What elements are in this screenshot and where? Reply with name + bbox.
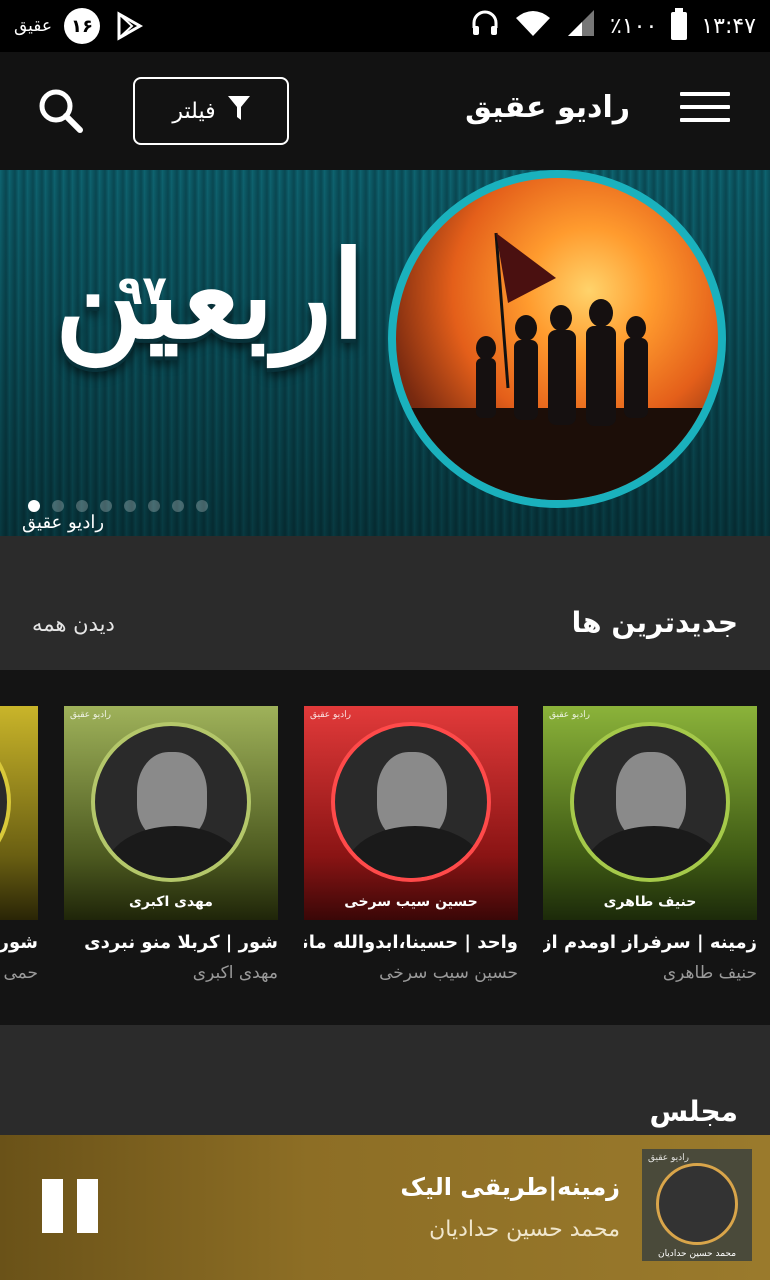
slider-dots	[28, 500, 208, 512]
newest-section-header: جدیدترین ها دیدن همه	[0, 536, 770, 670]
artist-portrait	[331, 722, 491, 882]
banner-logo: رادیو عقیق	[22, 512, 105, 533]
pause-icon-bar	[77, 1179, 98, 1233]
now-playing-artist: محمد حسین حدادیان	[429, 1217, 620, 1242]
portrait-body	[584, 826, 724, 878]
track-card-title: زمینه | سرفراز اومدم از سف..	[543, 932, 757, 953]
menu-button[interactable]	[680, 92, 730, 132]
portrait-body	[345, 826, 485, 878]
slider-dot[interactable]	[196, 500, 208, 512]
track-card-art-name: حسین سیب سرخی	[344, 894, 478, 910]
banner-slider[interactable]: اربعین ۹۷ رادیو عقیق	[0, 170, 770, 536]
majles-section-title: مجلس	[649, 1095, 738, 1128]
artist-portrait	[0, 722, 11, 882]
battery-percent: ٪۱۰۰	[610, 13, 658, 39]
track-card[interactable]: رادیو عقیق مهدی اکبری شور | کربلا منو نب…	[64, 706, 278, 983]
hamburger-icon-line	[680, 118, 730, 122]
filter-label: فیلتر	[172, 98, 216, 124]
artist-portrait	[656, 1163, 738, 1245]
radio-brand-logo: رادیو عقیق	[549, 710, 591, 720]
slider-dot[interactable]	[52, 500, 64, 512]
pause-icon-bar	[42, 1179, 63, 1233]
banner-image	[388, 170, 726, 508]
track-card-art-name: حنیف طاهری	[603, 894, 697, 910]
pilgrims-silhouette	[396, 232, 718, 500]
track-card-art-name: مهدی اکبری	[129, 894, 213, 910]
hamburger-icon-line	[680, 105, 730, 109]
track-card-art: رادیو عقیق حنیف طاهری	[543, 706, 757, 920]
radio-brand-logo: رادیو عقیق	[310, 710, 352, 720]
slider-dot[interactable]	[124, 500, 136, 512]
now-playing-title: زمینه|طریقی الیک	[400, 1173, 620, 1201]
track-card[interactable]: رادیو عقیق حنیف طاهری زمینه | سرفراز اوم…	[543, 706, 757, 983]
track-card-artist: حنیف طاهری	[662, 963, 757, 983]
track-card-artist: مهدی اکبری	[192, 963, 278, 983]
battery-icon	[671, 8, 688, 40]
radio-brand-logo: رادیو عقیق	[648, 1153, 690, 1163]
play-store-icon	[114, 0, 144, 52]
see-all-link[interactable]: دیدن همه	[32, 612, 115, 636]
artist-portrait	[570, 722, 730, 882]
status-time: ۱۳:۴۷	[701, 13, 756, 39]
track-card-art: رادیو عقیق مهدی اکبری	[64, 706, 278, 920]
track-card-title: شور | کربلا منو نبردی	[84, 932, 278, 953]
track-card[interactable]: شور حمی	[0, 706, 38, 983]
newest-cards-list[interactable]: رادیو عقیق حنیف طاهری زمینه | سرفراز اوم…	[0, 670, 770, 1025]
now-playing-bar[interactable]: رادیو عقیق محمد حسین حدادیان زمینه|طریقی…	[0, 1135, 770, 1280]
track-card-artist: حسین سیب سرخی	[379, 963, 518, 983]
majles-section-header: مجلس	[0, 1025, 770, 1135]
artist-portrait	[91, 722, 251, 882]
newest-section-title: جدیدترین ها	[571, 606, 738, 639]
filter-icon	[227, 96, 250, 126]
headphones-icon	[470, 8, 500, 44]
track-card-title: واحد | حسینا،ابدوالله مانن..	[304, 932, 518, 953]
search-icon	[39, 89, 83, 133]
portrait-body	[105, 826, 245, 878]
status-bar: عقیق ۱۶ ٪۱۰۰ ۱۳:۴۷	[0, 0, 770, 52]
slider-dot[interactable]	[100, 500, 112, 512]
pause-button[interactable]	[42, 1179, 98, 1235]
status-app-logo: عقیق	[14, 16, 53, 36]
banner-title-text: اربعین	[54, 225, 366, 366]
slider-dot[interactable]	[76, 500, 88, 512]
signal-icon	[566, 8, 596, 44]
slider-dot[interactable]	[148, 500, 160, 512]
slider-dot[interactable]	[172, 500, 184, 512]
slider-dot[interactable]	[28, 500, 40, 512]
now-playing-art: رادیو عقیق محمد حسین حدادیان	[642, 1149, 752, 1261]
app-title: رادیو عقیق	[465, 90, 630, 125]
radio-brand-logo: رادیو عقیق	[70, 710, 112, 720]
search-button[interactable]	[36, 86, 88, 138]
track-card-title: شور	[0, 932, 38, 953]
banner-title: اربعین	[40, 225, 380, 366]
status-right-group: ٪۱۰۰ ۱۳:۴۷	[470, 0, 756, 52]
banner-badge: ۹۷	[118, 268, 167, 314]
wifi-icon	[514, 8, 552, 44]
track-card-art: رادیو عقیق حسین سیب سرخی	[304, 706, 518, 920]
now-playing-art-name: محمد حسین حدادیان	[657, 1249, 737, 1259]
track-card[interactable]: رادیو عقیق حسین سیب سرخی واحد | حسینا،اب…	[304, 706, 518, 983]
track-card-artist: حمی	[3, 963, 38, 983]
track-card-art	[0, 706, 38, 920]
hamburger-icon-line	[680, 92, 730, 96]
app-bar: رادیو عقیق فیلتر	[0, 52, 770, 170]
notification-badge: ۱۶	[64, 8, 100, 44]
filter-button[interactable]: فیلتر	[133, 77, 289, 145]
